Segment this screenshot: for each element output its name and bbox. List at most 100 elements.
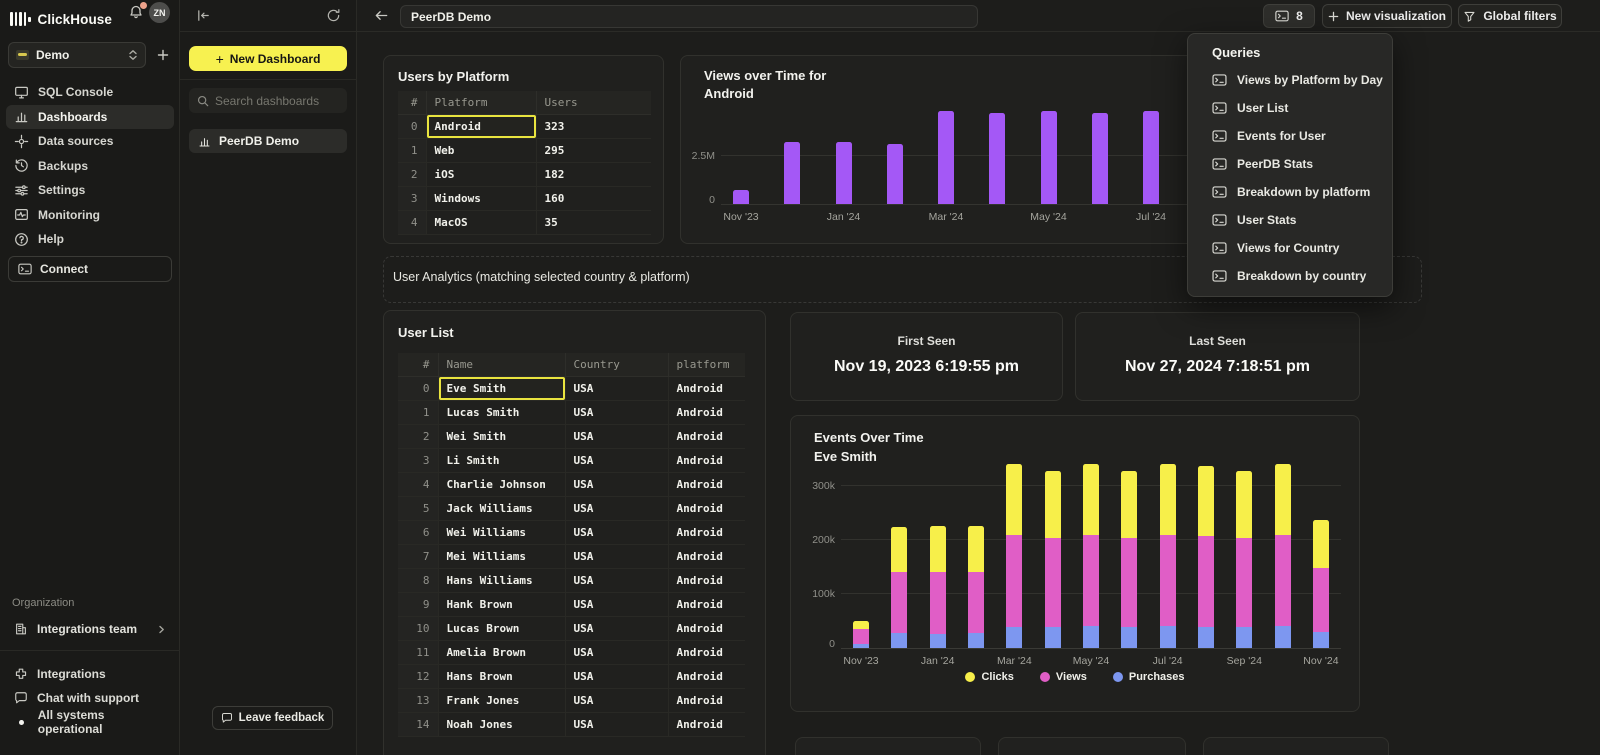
table-row[interactable]: 4Charlie JohnsonUSAAndroid (398, 473, 745, 497)
table-cell[interactable]: Android (668, 497, 745, 521)
workspace-selector[interactable]: Demo (8, 42, 146, 68)
legend-item-purchases[interactable]: Purchases (1113, 671, 1185, 683)
sidebar-item-settings[interactable]: Settings (6, 178, 174, 202)
new-dashboard-button[interactable]: + New Dashboard (189, 46, 347, 71)
table-cell[interactable]: Web (426, 139, 536, 163)
table-cell[interactable]: Android (668, 449, 745, 473)
bar[interactable] (853, 459, 869, 648)
table-cell[interactable]: Mei Williams (438, 545, 565, 569)
table-cell[interactable]: Android (668, 425, 745, 449)
table-cell[interactable]: Android (668, 689, 745, 713)
table-cell[interactable]: USA (565, 377, 668, 401)
bar[interactable] (989, 107, 1005, 204)
table-cell[interactable]: USA (565, 641, 668, 665)
table-cell[interactable]: Hank Brown (438, 593, 565, 617)
collapse-sidebar-icon[interactable] (196, 8, 211, 23)
bar[interactable] (1006, 459, 1022, 648)
query-menu-item[interactable]: Views by Platform by Day (1212, 70, 1383, 90)
bar[interactable] (1092, 107, 1108, 204)
legend-item-clicks[interactable]: Clicks (965, 671, 1013, 683)
global-filters-button[interactable]: Global filters (1458, 4, 1562, 28)
system-status-link[interactable]: All systems operational (6, 710, 174, 734)
bar[interactable] (1143, 107, 1159, 204)
bar[interactable] (836, 107, 852, 204)
table-row[interactable]: 1Web295 (398, 139, 651, 163)
table-cell[interactable]: 323 (536, 115, 651, 139)
notifications-button[interactable] (128, 4, 146, 22)
table-cell[interactable]: Android (668, 593, 745, 617)
table-cell[interactable]: Android (668, 665, 745, 689)
back-arrow-icon[interactable] (374, 8, 389, 23)
table-row[interactable]: 2iOS182 (398, 163, 651, 187)
table-cell[interactable]: Frank Jones (438, 689, 565, 713)
table-row[interactable]: 1Lucas SmithUSAAndroid (398, 401, 745, 425)
table-cell[interactable]: Android (668, 377, 745, 401)
table-row[interactable]: 2Wei SmithUSAAndroid (398, 425, 745, 449)
table-cell[interactable]: Lucas Smith (438, 401, 565, 425)
queries-toggle-button[interactable]: 8 (1263, 4, 1315, 28)
connect-button[interactable]: Connect (8, 256, 172, 282)
table-row[interactable]: 4MacOS35 (398, 211, 651, 235)
search-input[interactable] (215, 94, 339, 108)
sidebar-item-monitoring[interactable]: Monitoring (6, 203, 174, 227)
table-cell[interactable]: USA (565, 497, 668, 521)
add-workspace-button[interactable] (154, 46, 172, 64)
table-row[interactable]: 9Hank BrownUSAAndroid (398, 593, 745, 617)
table-row[interactable]: 0Eve SmithUSAAndroid (398, 377, 745, 401)
bar[interactable] (887, 107, 903, 204)
legend-item-views[interactable]: Views (1040, 671, 1087, 683)
table-cell[interactable]: USA (565, 569, 668, 593)
table-cell[interactable]: Hans Williams (438, 569, 565, 593)
table-row[interactable]: 3Li SmithUSAAndroid (398, 449, 745, 473)
table-cell[interactable]: Charlie Johnson (438, 473, 565, 497)
bar[interactable] (968, 459, 984, 648)
integrations-link[interactable]: Integrations (6, 662, 174, 686)
table-row[interactable]: 0Android323 (398, 115, 651, 139)
table-cell[interactable]: Wei Smith (438, 425, 565, 449)
bar[interactable] (784, 107, 800, 204)
table-cell[interactable]: Android (668, 545, 745, 569)
table-row[interactable]: 13Frank JonesUSAAndroid (398, 689, 745, 713)
table-cell[interactable]: USA (565, 665, 668, 689)
bar[interactable] (1083, 459, 1099, 648)
table-row[interactable]: 12Hans BrownUSAAndroid (398, 665, 745, 689)
bar[interactable] (1198, 459, 1214, 648)
query-menu-item[interactable]: User Stats (1212, 210, 1296, 230)
table-cell[interactable]: Noah Jones (438, 713, 565, 737)
table-cell[interactable]: 160 (536, 187, 651, 211)
table-row[interactable]: 11Amelia BrownUSAAndroid (398, 641, 745, 665)
bar[interactable] (1121, 459, 1137, 648)
table-cell[interactable]: USA (565, 449, 668, 473)
bar[interactable] (930, 459, 946, 648)
table-row[interactable]: 10Lucas BrownUSAAndroid (398, 617, 745, 641)
sidebar-item-help[interactable]: Help (6, 227, 174, 251)
table-cell[interactable]: Hans Brown (438, 665, 565, 689)
dashboard-title-input[interactable] (400, 5, 978, 28)
leave-feedback-button[interactable]: Leave feedback (212, 706, 333, 730)
table-cell[interactable]: USA (565, 401, 668, 425)
table-cell[interactable]: USA (565, 425, 668, 449)
table-cell[interactable]: Jack Williams (438, 497, 565, 521)
table-cell[interactable]: Android (426, 115, 536, 139)
new-visualization-button[interactable]: New visualization (1322, 4, 1452, 28)
table-row[interactable]: 7Mei WilliamsUSAAndroid (398, 545, 745, 569)
dashboard-list-item[interactable]: PeerDB Demo (189, 129, 347, 153)
bar[interactable] (891, 459, 907, 648)
table-row[interactable]: 6Wei WilliamsUSAAndroid (398, 521, 745, 545)
table-cell[interactable]: Windows (426, 187, 536, 211)
table-cell[interactable]: 182 (536, 163, 651, 187)
table-cell[interactable]: USA (565, 713, 668, 737)
table-cell[interactable]: Android (668, 713, 745, 737)
sidebar-item-dashboards[interactable]: Dashboards (6, 105, 174, 129)
table-row[interactable]: 14Noah JonesUSAAndroid (398, 713, 745, 737)
query-menu-item[interactable]: Breakdown by platform (1212, 182, 1370, 202)
bar[interactable] (1313, 459, 1329, 648)
bar[interactable] (733, 107, 749, 204)
table-cell[interactable]: Android (668, 401, 745, 425)
query-menu-item[interactable]: User List (1212, 98, 1288, 118)
bar[interactable] (1041, 107, 1057, 204)
table-row[interactable]: 8Hans WilliamsUSAAndroid (398, 569, 745, 593)
sidebar-item-sql-console[interactable]: SQL Console (6, 80, 174, 104)
table-cell[interactable]: USA (565, 473, 668, 497)
table-cell[interactable]: Android (668, 521, 745, 545)
